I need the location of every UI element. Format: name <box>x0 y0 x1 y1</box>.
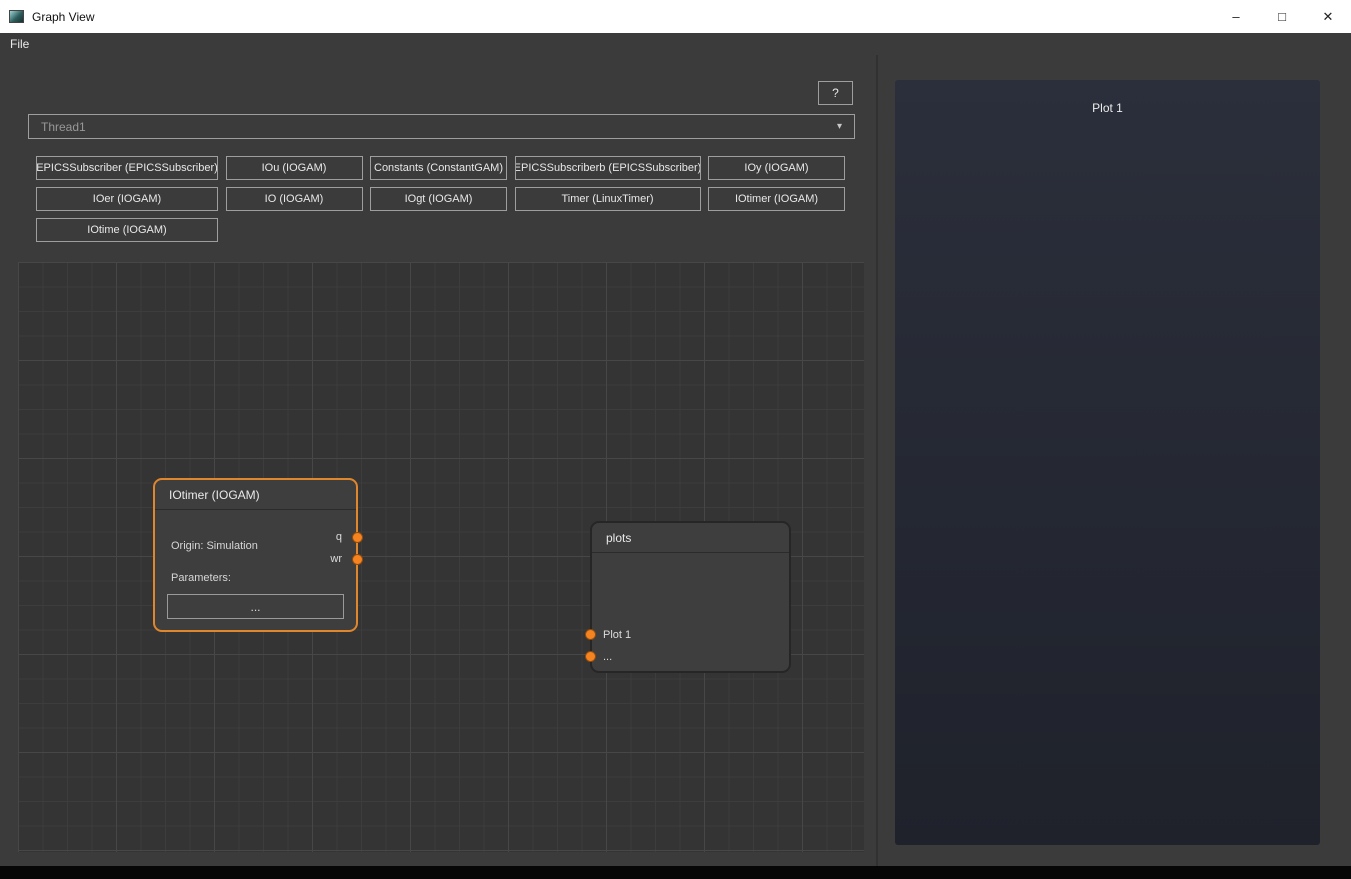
palette-button-epicssubscriberb[interactable]: EPICSSubscriberb (EPICSSubscriber) <box>515 156 701 180</box>
close-button[interactable]: ✕ <box>1305 0 1351 33</box>
palette-button-io[interactable]: IO (IOGAM) <box>226 187 363 211</box>
input-port-more[interactable] <box>585 651 596 662</box>
chevron-down-icon: ▾ <box>837 121 842 132</box>
palette-button-epicssubscriber[interactable]: EPICSSubscriber (EPICSSubscriber) <box>36 156 218 180</box>
palette-button-iotime[interactable]: IOtime (IOGAM) <box>36 218 218 242</box>
palette-row-1: EPICSSubscriber (EPICSSubscriber) IOu (I… <box>36 156 845 180</box>
palette-row-3: IOtime (IOGAM) <box>36 218 845 242</box>
palette-button-iou[interactable]: IOu (IOGAM) <box>226 156 363 180</box>
plot-panel: Plot 1 <box>895 80 1320 845</box>
node-iotimer-parameters-label: Parameters: <box>171 572 231 584</box>
thread-dropdown-value: Thread1 <box>41 120 86 134</box>
app-window: Graph View – □ ✕ File ? Thread1 ▾ EPICSS… <box>0 0 1351 879</box>
node-iotimer-origin: Origin: Simulation <box>171 540 258 552</box>
node-iotimer[interactable]: IOtimer (IOGAM) Origin: Simulation Param… <box>153 478 358 632</box>
minimize-button[interactable]: – <box>1213 0 1259 33</box>
output-port-label-q: q <box>336 531 342 543</box>
titlebar: Graph View – □ ✕ <box>0 0 1351 33</box>
maximize-button[interactable]: □ <box>1259 0 1305 33</box>
palette-button-timer[interactable]: Timer (LinuxTimer) <box>515 187 701 211</box>
plot-panel-title: Plot 1 <box>895 80 1320 115</box>
node-plots-title: plots <box>592 523 789 553</box>
menubar: File <box>0 33 1351 55</box>
palette-button-iogt[interactable]: IOgt (IOGAM) <box>370 187 507 211</box>
window-title: Graph View <box>32 10 94 24</box>
input-port-plot1[interactable] <box>585 629 596 640</box>
pane-splitter[interactable] <box>876 55 878 866</box>
input-port-label-more: ... <box>603 651 612 663</box>
thread-dropdown[interactable]: Thread1 ▾ <box>28 114 855 139</box>
bottom-strip <box>0 866 1351 879</box>
menu-file[interactable]: File <box>0 37 39 51</box>
node-iotimer-parameters-button[interactable]: ... <box>167 594 344 619</box>
palette-row-2: IOer (IOGAM) IO (IOGAM) IOgt (IOGAM) Tim… <box>36 187 845 211</box>
output-port-wr[interactable] <box>352 554 363 565</box>
node-plots[interactable]: plots Plot 1 ... <box>590 521 791 673</box>
palette-button-iotimer[interactable]: IOtimer (IOGAM) <box>708 187 845 211</box>
output-port-label-wr: wr <box>330 553 342 565</box>
input-port-label-plot1: Plot 1 <box>603 629 631 641</box>
palette-button-ioy[interactable]: IOy (IOGAM) <box>708 156 845 180</box>
node-canvas[interactable]: IOtimer (IOGAM) Origin: Simulation Param… <box>18 262 864 852</box>
output-port-q[interactable] <box>352 532 363 543</box>
app-icon <box>9 10 24 23</box>
window-controls: – □ ✕ <box>1213 0 1351 33</box>
node-iotimer-title: IOtimer (IOGAM) <box>155 480 356 510</box>
palette-button-ioer[interactable]: IOer (IOGAM) <box>36 187 218 211</box>
help-button[interactable]: ? <box>818 81 853 105</box>
palette-button-constants[interactable]: Constants (ConstantGAM) <box>370 156 507 180</box>
content-area: ? Thread1 ▾ EPICSSubscriber (EPICSSubscr… <box>0 55 1351 866</box>
